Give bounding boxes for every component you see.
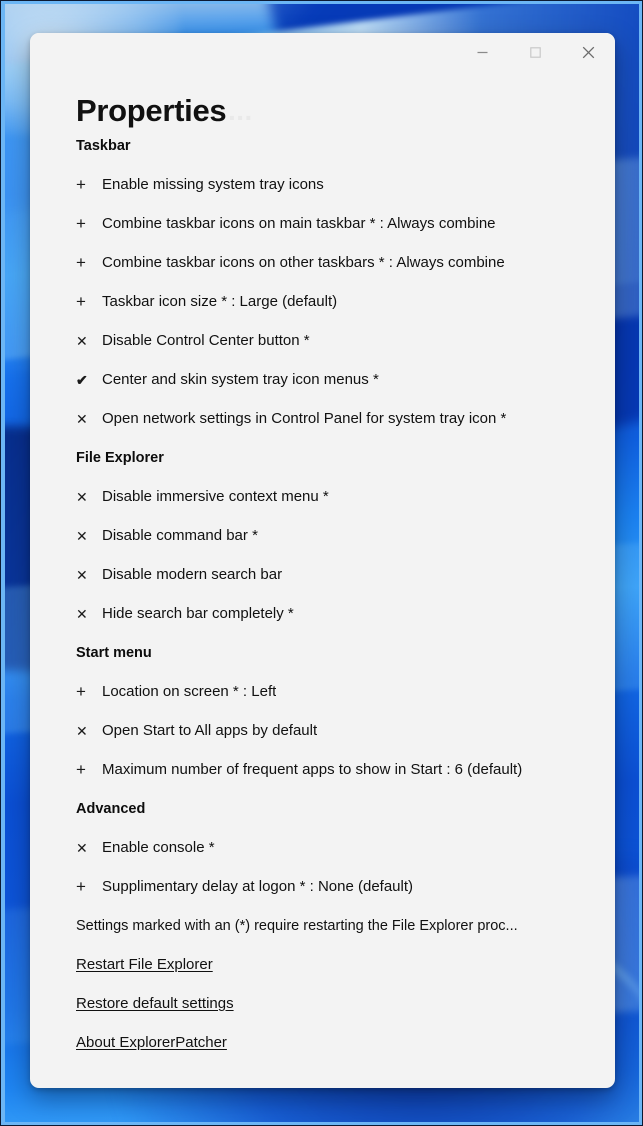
setting-label: Supplimentary delay at logon * : None (d… bbox=[102, 878, 414, 895]
cross-icon: ✕ bbox=[76, 566, 88, 583]
setting-row[interactable]: ✕ Hide search bar completely * bbox=[76, 594, 593, 633]
setting-row[interactable]: ✔ Center and skin system tray icon menus … bbox=[76, 360, 593, 399]
setting-row[interactable]: ✕ Open Start to All apps by default bbox=[76, 711, 593, 750]
setting-label: Disable Control Center button * bbox=[102, 332, 310, 349]
footer-link-row: Restore default settings bbox=[76, 984, 593, 1023]
setting-row[interactable]: + Maximum number of frequent apps to show… bbox=[76, 750, 593, 789]
close-icon bbox=[582, 46, 595, 58]
page-title: Properties ... bbox=[76, 95, 593, 126]
setting-row[interactable]: ✕ Disable immersive context menu * bbox=[76, 477, 593, 516]
setting-label: Open Start to All apps by default bbox=[102, 722, 318, 739]
cross-icon: ✕ bbox=[76, 839, 88, 856]
cross-icon: ✕ bbox=[76, 527, 88, 544]
setting-row[interactable]: ✕ Open network settings in Control Panel … bbox=[76, 399, 593, 438]
properties-window: Properties ... Taskbar + Enable missing sy… bbox=[30, 33, 615, 1088]
setting-row[interactable]: + Enable missing system tray icons bbox=[76, 165, 593, 204]
footer: Settings marked with an (*) require rest… bbox=[52, 906, 593, 1062]
setting-label: Disable immersive context menu * bbox=[102, 488, 329, 505]
setting-label: Hide search bar completely * bbox=[102, 605, 294, 622]
desktop: Properties ... Taskbar + Enable missing sy… bbox=[0, 0, 643, 1126]
setting-label: Disable command bar * bbox=[102, 527, 258, 544]
setting-row[interactable]: + Combine taskbar icons on main taskbar *… bbox=[76, 204, 593, 243]
expand-plus-icon: + bbox=[76, 175, 86, 194]
minimize-button[interactable] bbox=[456, 33, 509, 71]
setting-row[interactable]: + Combine taskbar icons on other taskbars… bbox=[76, 243, 593, 282]
footer-link-row: Restart File Explorer bbox=[76, 945, 593, 984]
footer-link-row: About ExplorerPatcher bbox=[76, 1023, 593, 1062]
footer-link[interactable]: Restore default settings bbox=[76, 995, 234, 1012]
setting-row[interactable]: ✕ Disable modern search bar bbox=[76, 555, 593, 594]
setting-row[interactable]: ✕ Enable console * bbox=[76, 828, 593, 867]
restart-note: Settings marked with an (*) require rest… bbox=[76, 917, 518, 934]
section-heading: File Explorer bbox=[76, 449, 164, 466]
expand-plus-icon: + bbox=[76, 253, 86, 272]
setting-row[interactable]: ✕ Disable command bar * bbox=[76, 516, 593, 555]
footer-link[interactable]: About ExplorerPatcher bbox=[76, 1034, 227, 1051]
setting-label: Disable modern search bar bbox=[102, 566, 283, 583]
cross-icon: ✕ bbox=[76, 332, 88, 349]
setting-row[interactable]: ✕ Disable Control Center button * bbox=[76, 321, 593, 360]
window-content: Properties ... Taskbar + Enable missing sy… bbox=[30, 95, 615, 1062]
section-heading: Start menu bbox=[76, 644, 152, 661]
settings-list: Taskbar + Enable missing system tray icons… bbox=[52, 126, 593, 906]
cross-icon: ✕ bbox=[76, 488, 88, 505]
setting-row[interactable]: + Supplimentary delay at logon * : None (… bbox=[76, 867, 593, 906]
expand-plus-icon: + bbox=[76, 214, 86, 233]
cross-icon: ✕ bbox=[76, 410, 88, 427]
setting-label: Center and skin system tray icon menus * bbox=[102, 371, 379, 388]
setting-label: Enable missing system tray icons bbox=[102, 176, 324, 193]
setting-row[interactable]: + Location on screen * : Left bbox=[76, 672, 593, 711]
cross-icon: ✕ bbox=[76, 605, 88, 622]
setting-label: Maximum number of frequent apps to show … bbox=[102, 761, 523, 778]
maximize-button[interactable] bbox=[509, 33, 562, 71]
setting-label: Enable console * bbox=[102, 839, 215, 856]
setting-row[interactable]: + Taskbar icon size * : Large (default) bbox=[76, 282, 593, 321]
minimize-icon bbox=[477, 51, 488, 53]
cross-icon: ✕ bbox=[76, 722, 88, 739]
setting-label: Combine taskbar icons on other taskbars … bbox=[102, 254, 505, 271]
window-titlebar bbox=[30, 33, 615, 79]
expand-plus-icon: + bbox=[76, 682, 86, 701]
footer-link[interactable]: Restart File Explorer bbox=[76, 956, 213, 973]
setting-label: Taskbar icon size * : Large (default) bbox=[102, 293, 338, 310]
section-heading: Advanced bbox=[76, 800, 146, 817]
page-title-ghost: ... bbox=[228, 95, 253, 126]
page-title-text: Properties bbox=[76, 93, 227, 128]
setting-label: Open network settings in Control Panel f… bbox=[102, 410, 507, 427]
section-heading: Taskbar bbox=[76, 137, 131, 154]
setting-label: Combine taskbar icons on main taskbar * … bbox=[102, 215, 496, 232]
setting-label: Location on screen * : Left bbox=[102, 683, 277, 700]
expand-plus-icon: + bbox=[76, 760, 86, 779]
maximize-icon bbox=[530, 46, 541, 58]
expand-plus-icon: + bbox=[76, 292, 86, 311]
expand-plus-icon: + bbox=[76, 877, 86, 896]
close-button[interactable] bbox=[562, 33, 615, 71]
check-icon: ✔ bbox=[76, 371, 88, 388]
